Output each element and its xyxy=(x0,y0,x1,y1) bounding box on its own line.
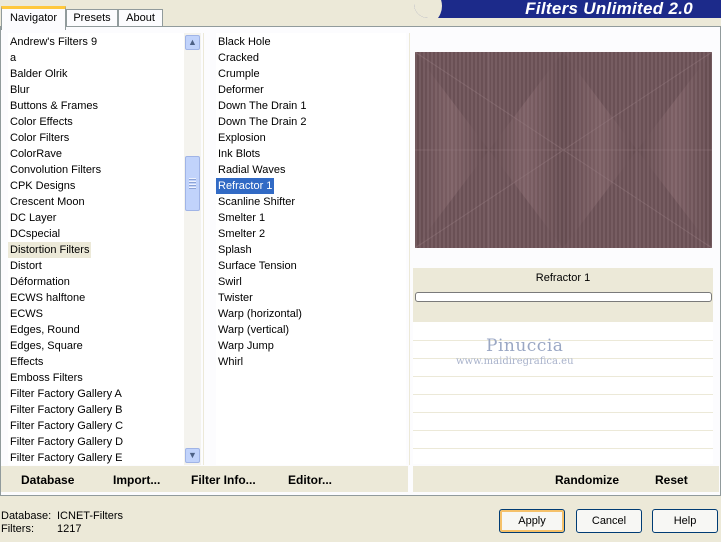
tab-navigator[interactable]: Navigator xyxy=(1,6,66,30)
scroll-thumb[interactable] xyxy=(185,156,200,211)
category-item[interactable]: CPK Designs xyxy=(8,178,77,194)
scroll-down-button[interactable]: ▼ xyxy=(185,448,200,463)
category-item[interactable]: Convolution Filters xyxy=(8,162,103,178)
filter-item[interactable]: Splash xyxy=(216,242,254,258)
category-item[interactable]: Color Effects xyxy=(8,114,75,130)
filter-item[interactable]: Warp (horizontal) xyxy=(216,306,304,322)
category-item[interactable]: Balder Olrik xyxy=(8,66,69,82)
filter-list[interactable]: Black Hole Cracked Crumple Deformer Down The… xyxy=(216,33,406,465)
apply-button[interactable]: Apply xyxy=(499,509,565,533)
filter-item[interactable]: Smelter 2 xyxy=(216,226,267,242)
filter-item[interactable]: Swirl xyxy=(216,274,244,290)
category-item[interactable]: Filter Factory Gallery B xyxy=(8,402,124,418)
filter-item[interactable]: Black Hole xyxy=(216,34,273,50)
filter-item[interactable]: Ink Blots xyxy=(216,146,262,162)
category-item[interactable]: Filter Factory Gallery A xyxy=(8,386,124,402)
category-item[interactable]: DCspecial xyxy=(8,226,62,242)
category-item[interactable]: Filter Factory Gallery C xyxy=(8,418,125,434)
import-button[interactable]: Import... xyxy=(113,472,160,488)
app-title: Filters Unlimited 2.0 xyxy=(525,0,693,18)
tab-presets[interactable]: Presets xyxy=(66,9,118,27)
category-item[interactable]: Andrew's Filters 9 xyxy=(8,34,99,50)
filters-count-label: Filters: xyxy=(1,523,34,535)
filter-item[interactable]: Refractor 1 xyxy=(216,178,275,194)
category-item[interactable]: ECWS halftone xyxy=(8,290,87,306)
chevron-down-icon: ▼ xyxy=(188,450,197,460)
category-item[interactable]: Edges, Square xyxy=(8,338,85,354)
watermark-name: Pinuccia xyxy=(486,336,564,356)
filter-item[interactable]: Cracked xyxy=(216,50,261,66)
filter-info-button[interactable]: Filter Info... xyxy=(191,472,256,488)
filter-preview xyxy=(415,52,712,248)
filter-item[interactable]: Surface Tension xyxy=(216,258,299,274)
filters-count-value: 1217 xyxy=(57,523,82,535)
editor-button[interactable]: Editor... xyxy=(288,472,332,488)
filter-item[interactable]: Explosion xyxy=(216,130,268,146)
category-item[interactable]: Filter Factory Gallery D xyxy=(8,434,125,450)
category-item[interactable]: DC Layer xyxy=(8,210,58,226)
category-item[interactable]: Edges, Round xyxy=(8,322,82,338)
category-item[interactable]: ColorRave xyxy=(8,146,64,162)
category-item[interactable]: ECWS xyxy=(8,306,45,322)
help-button[interactable]: Help xyxy=(652,509,718,533)
title-banner: Filters Unlimited 2.0 xyxy=(414,0,721,18)
filter-item[interactable]: Warp (vertical) xyxy=(216,322,291,338)
filter-item[interactable]: Warp Jump xyxy=(216,338,276,354)
category-item[interactable]: Distortion Filters xyxy=(8,242,92,258)
category-item[interactable]: Filter Factory Gallery E xyxy=(8,450,124,466)
category-scrollbar[interactable]: ▲ ▼ xyxy=(184,33,201,465)
database-button[interactable]: Database xyxy=(21,472,74,488)
filter-item[interactable]: Scanline Shifter xyxy=(216,194,297,210)
category-item[interactable]: Buttons & Frames xyxy=(8,98,100,114)
cancel-button[interactable]: Cancel xyxy=(576,509,642,533)
chevron-up-icon: ▲ xyxy=(188,37,197,47)
category-item[interactable]: Blur xyxy=(8,82,32,98)
filter-item[interactable]: Whirl xyxy=(216,354,245,370)
scroll-up-button[interactable]: ▲ xyxy=(185,35,200,50)
tab-about[interactable]: About xyxy=(118,9,163,27)
category-item[interactable]: Crescent Moon xyxy=(8,194,87,210)
category-item[interactable]: a xyxy=(8,50,18,66)
reset-button[interactable]: Reset xyxy=(655,472,688,488)
category-item[interactable]: Color Filters xyxy=(8,130,71,146)
filter-item[interactable]: Down The Drain 2 xyxy=(216,114,308,130)
category-item[interactable]: Emboss Filters xyxy=(8,370,85,386)
filter-item[interactable]: Smelter 1 xyxy=(216,210,267,226)
randomize-button[interactable]: Randomize xyxy=(555,472,619,488)
progress-bar xyxy=(415,292,712,302)
category-item[interactable]: Déformation xyxy=(8,274,72,290)
category-item[interactable]: Distort xyxy=(8,258,44,274)
category-item[interactable]: Effects xyxy=(8,354,45,370)
divider xyxy=(203,33,204,465)
database-value: ICNET-Filters xyxy=(57,510,123,522)
database-label: Database: xyxy=(1,510,52,522)
filter-item[interactable]: Down The Drain 1 xyxy=(216,98,308,114)
filter-item[interactable]: Twister xyxy=(216,290,255,306)
filter-name-band: Refractor 1 xyxy=(413,268,713,322)
divider xyxy=(409,33,410,465)
filter-item[interactable]: Crumple xyxy=(216,66,262,82)
watermark-site: www.maidiregrafica.eu xyxy=(456,356,574,367)
filter-item[interactable]: Deformer xyxy=(216,82,266,98)
current-filter-name: Refractor 1 xyxy=(535,272,591,284)
filter-item[interactable]: Radial Waves xyxy=(216,162,287,178)
category-list[interactable]: Andrew's Filters 9 a Balder Olrik Blur Butto… xyxy=(8,33,184,465)
